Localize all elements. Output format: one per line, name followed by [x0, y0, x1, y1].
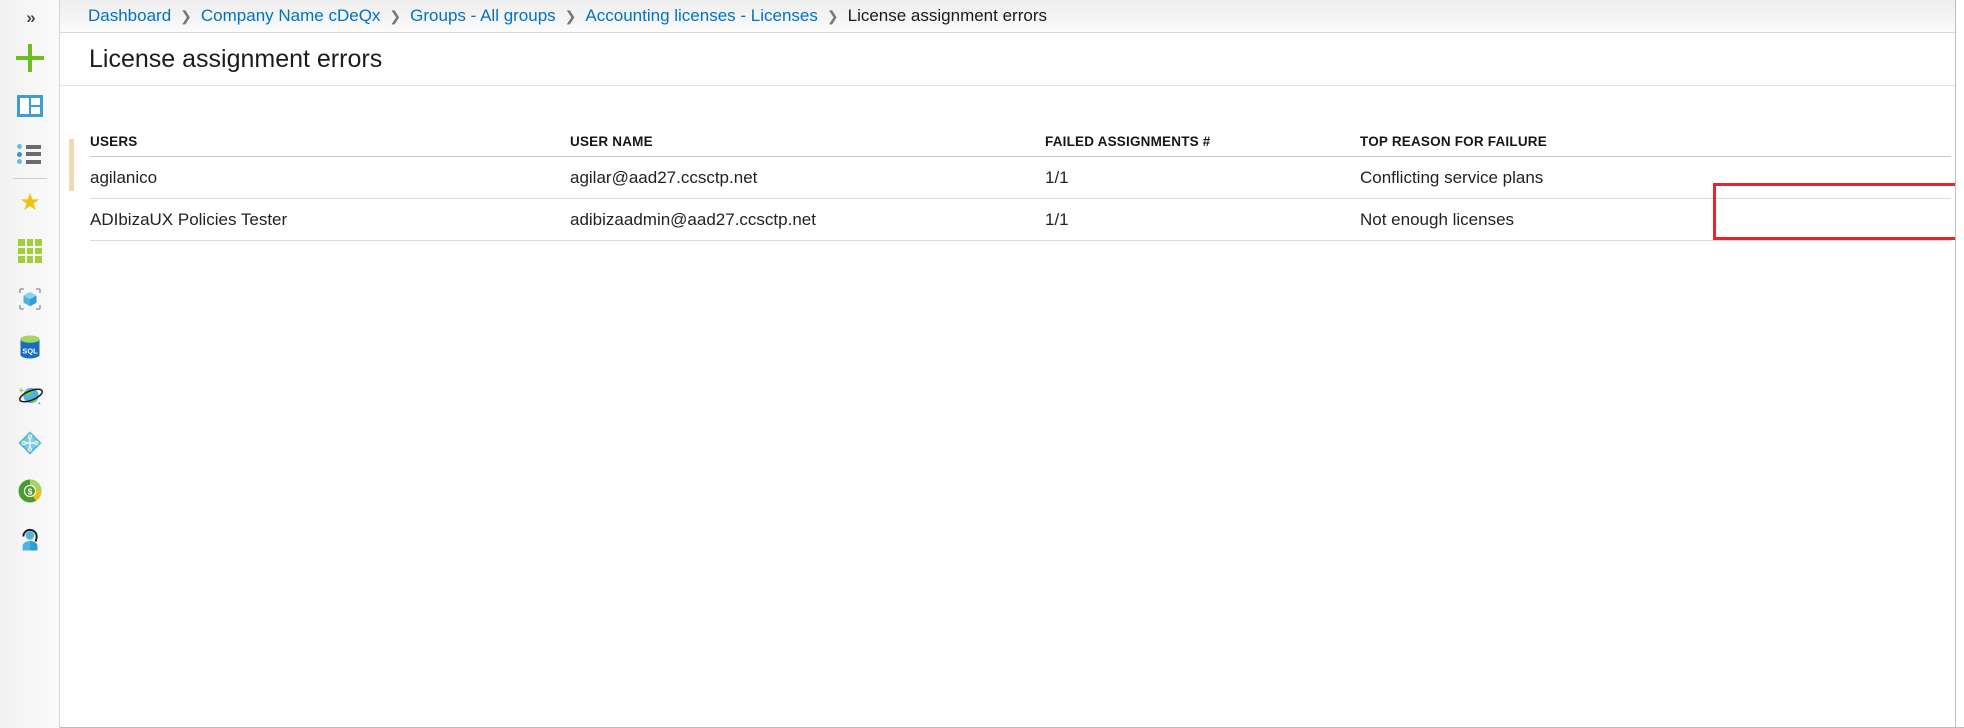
- sql-database-icon: SQL: [20, 335, 40, 359]
- table-header-row: USERS USER NAME FAILED ASSIGNMENTS # TOP…: [90, 127, 1951, 157]
- column-header-top-reason[interactable]: TOP REASON FOR FAILURE: [1360, 134, 1951, 156]
- list-icon: [17, 144, 43, 164]
- sidebar-item-favorites[interactable]: ★: [0, 179, 60, 227]
- license-errors-table: USERS USER NAME FAILED ASSIGNMENTS # TOP…: [90, 127, 1951, 241]
- plus-icon: [16, 44, 44, 72]
- sidebar-item-cost-management[interactable]: $: [0, 467, 60, 515]
- dashboard-icon: [17, 95, 43, 117]
- cell-failed-assignments: 1/1: [1045, 167, 1069, 187]
- page-title: License assignment errors: [89, 44, 383, 73]
- right-edge-strip: [1955, 0, 1964, 728]
- support-person-icon: [22, 528, 38, 551]
- sidebar-item-collapse-toggle[interactable]: Collapse »: [0, 0, 60, 34]
- table-row[interactable]: ADIbizaUX Policies Tester adibizaadmin@a…: [90, 199, 1951, 241]
- devops-diamond-icon: [18, 431, 42, 455]
- breadcrumb-item-accounting-licenses[interactable]: Accounting licenses - Licenses: [585, 6, 817, 26]
- svg-text:SQL: SQL: [22, 347, 38, 356]
- cell-top-reason: Conflicting service plans: [1360, 167, 1544, 187]
- blade-header: License assignment errors: [60, 33, 1963, 86]
- sidebar-item-create-resource[interactable]: [0, 34, 60, 82]
- sidebar-item-resource-groups[interactable]: [0, 275, 60, 323]
- cosmos-db-planet-icon: [18, 387, 44, 406]
- breadcrumb-separator-icon: ❯: [180, 7, 192, 24]
- sidebar-item-all-services[interactable]: [0, 130, 60, 178]
- cube-icon: [19, 288, 41, 310]
- breadcrumb-item-current: License assignment errors: [847, 6, 1047, 25]
- grid-icon: [18, 239, 42, 263]
- sidebar-item-help-and-support[interactable]: [0, 515, 60, 563]
- column-header-username[interactable]: USER NAME: [570, 134, 1045, 156]
- column-header-users[interactable]: USERS: [90, 134, 570, 156]
- sidebar-item-azure-cosmos-db[interactable]: [0, 371, 60, 419]
- breadcrumb-separator-icon: ❯: [826, 7, 839, 24]
- breadcrumb-item-dashboard[interactable]: Dashboard: [88, 6, 171, 26]
- cell-username: adibizaadmin@aad27.ccsctp.net: [570, 209, 816, 229]
- cell-users: agilanico: [90, 167, 158, 187]
- breadcrumb-item-company[interactable]: Company Name cDeQx: [201, 6, 381, 26]
- sidebar-item-sql-databases[interactable]: SQL: [0, 323, 60, 371]
- breadcrumb-separator-icon: ❯: [564, 7, 577, 24]
- cost-management-icon: $: [18, 479, 42, 503]
- collapse-chevron-glyph: »: [26, 7, 36, 27]
- breadcrumb-separator-icon: ❯: [389, 7, 402, 24]
- sidebar-item-dashboard[interactable]: [0, 82, 60, 130]
- svg-text:$: $: [28, 487, 33, 497]
- main-area: Dashboard ❯ Company Name cDeQx ❯ Groups …: [60, 0, 1964, 728]
- license-assignment-errors-blade: License assignment errors USERS USER NAM…: [60, 33, 1964, 728]
- cell-username: agilar@aad27.ccsctp.net: [570, 167, 758, 187]
- sidebar-item-all-resources[interactable]: [0, 227, 60, 275]
- cell-failed-assignments: 1/1: [1045, 209, 1069, 229]
- blade-content: USERS USER NAME FAILED ASSIGNMENTS # TOP…: [60, 87, 1963, 728]
- table-row[interactable]: agilanico agilar@aad27.ccsctp.net 1/1 Co…: [90, 157, 1951, 199]
- cell-users: ADIbizaUX Policies Tester: [90, 209, 288, 229]
- breadcrumb-item-groups[interactable]: Groups - All groups: [410, 6, 556, 26]
- cell-top-reason: Not enough licenses: [1360, 209, 1515, 229]
- breadcrumb: Dashboard ❯ Company Name cDeQx ❯ Groups …: [60, 0, 1964, 33]
- azure-portal-window: Collapse » ★: [0, 0, 1964, 728]
- column-header-failed-assignments[interactable]: FAILED ASSIGNMENTS #: [1045, 134, 1360, 156]
- sidebar-item-azure-devops[interactable]: [0, 419, 60, 467]
- left-nav-rail: Collapse » ★: [0, 0, 60, 728]
- star-icon: ★: [19, 189, 41, 216]
